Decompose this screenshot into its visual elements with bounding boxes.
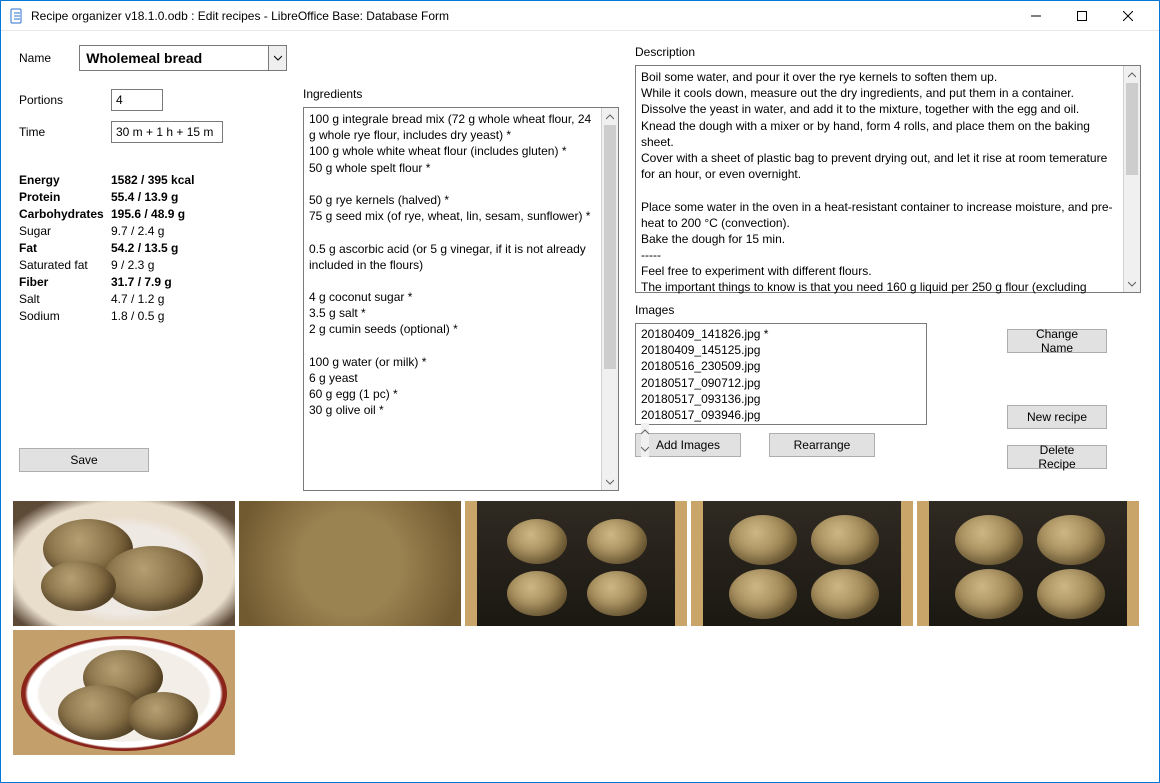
change-name-button[interactable]: Change Name <box>1007 329 1107 353</box>
nutrition-key: Carbohydrates <box>19 207 111 221</box>
nutrition-value: 9.7 / 2.4 g <box>111 224 164 238</box>
nutrition-row: Fiber31.7 / 7.9 g <box>19 275 287 289</box>
chevron-down-icon <box>268 46 286 70</box>
description-line: Place some water in the oven in a heat-r… <box>641 199 1118 231</box>
image-thumbnail[interactable] <box>239 501 461 626</box>
nutrition-value: 4.7 / 1.2 g <box>111 292 164 306</box>
scroll-up-icon[interactable] <box>602 108 618 125</box>
description-textarea[interactable]: Boil some water, and pour it over the ry… <box>635 65 1141 293</box>
recipe-name-dropdown[interactable]: Wholemeal bread <box>79 45 287 71</box>
nutrition-value: 31.7 / 7.9 g <box>111 275 172 289</box>
time-label: Time <box>19 125 111 139</box>
nutrition-value: 55.4 / 13.9 g <box>111 190 178 204</box>
nutrition-row: Salt4.7 / 1.2 g <box>19 292 287 306</box>
scrollbar[interactable] <box>1123 66 1140 292</box>
recipe-name-value: Wholemeal bread <box>86 50 202 66</box>
nutrition-key: Saturated fat <box>19 258 111 272</box>
nutrition-key: Energy <box>19 173 111 187</box>
nutrition-value: 9 / 2.3 g <box>111 258 154 272</box>
name-label: Name <box>19 51 79 65</box>
nutrition-value: 195.6 / 48.9 g <box>111 207 185 221</box>
titlebar: Recipe organizer v18.1.0.odb : Edit reci… <box>1 1 1159 31</box>
nutrition-value: 54.2 / 13.5 g <box>111 241 178 255</box>
nutrition-row: Protein55.4 / 13.9 g <box>19 190 287 204</box>
save-button[interactable]: Save <box>19 448 149 472</box>
nutrition-row: Saturated fat9 / 2.3 g <box>19 258 287 272</box>
new-recipe-button[interactable]: New recipe <box>1007 405 1107 429</box>
ingredients-label: Ingredients <box>303 87 619 101</box>
image-thumbnail[interactable] <box>465 501 687 626</box>
description-line: ----- <box>641 247 1118 263</box>
portions-input[interactable] <box>111 89 163 111</box>
nutrition-key: Sodium <box>19 309 111 323</box>
image-list-item[interactable]: 20180517_093946.jpg <box>641 407 926 423</box>
scrollbar[interactable] <box>641 423 649 457</box>
scrollbar[interactable] <box>601 108 618 490</box>
nutrition-value: 1.8 / 0.5 g <box>111 309 164 323</box>
nutrition-key: Fat <box>19 241 111 255</box>
image-thumbnail[interactable] <box>13 501 235 626</box>
nutrition-key: Sugar <box>19 224 111 238</box>
image-thumbnail[interactable] <box>691 501 913 626</box>
nutrition-row: Sodium1.8 / 0.5 g <box>19 309 287 323</box>
scroll-down-icon[interactable] <box>602 473 618 490</box>
image-list-item[interactable]: 20180409_145125.jpg <box>641 342 926 358</box>
description-line: Boil some water, and pour it over the ry… <box>641 69 1118 85</box>
app-icon <box>9 8 25 24</box>
description-line: Bake the dough for 15 min. <box>641 231 1118 247</box>
delete-recipe-button[interactable]: Delete Recipe <box>1007 445 1107 469</box>
image-list-item[interactable]: 20180517_090712.jpg <box>641 375 926 391</box>
portions-label: Portions <box>19 93 111 107</box>
image-list-item[interactable]: 20180409_141826.jpg * <box>641 326 926 342</box>
nutrition-key: Salt <box>19 292 111 306</box>
description-line: The important things to know is that you… <box>641 279 1118 295</box>
rearrange-button[interactable]: Rearrange <box>769 433 875 457</box>
description-line: Cover with a sheet of plastic bag to pre… <box>641 150 1118 182</box>
scroll-down-icon[interactable] <box>1124 275 1140 292</box>
image-thumbnail[interactable] <box>13 630 235 755</box>
window-title: Recipe organizer v18.1.0.odb : Edit reci… <box>31 9 1013 23</box>
description-line <box>641 182 1118 198</box>
nutrition-table: Energy1582 / 395 kcalProtein55.4 / 13.9 … <box>19 173 287 323</box>
nutrition-row: Carbohydrates195.6 / 48.9 g <box>19 207 287 221</box>
time-input[interactable] <box>111 121 223 143</box>
maximize-button[interactable] <box>1059 1 1105 31</box>
images-label: Images <box>635 303 1141 317</box>
scroll-down-icon[interactable] <box>641 440 649 457</box>
nutrition-value: 1582 / 395 kcal <box>111 173 194 187</box>
nutrition-row: Fat54.2 / 13.5 g <box>19 241 287 255</box>
image-list-item[interactable]: 20180516_230509.jpg <box>641 358 926 374</box>
description-line: Feel free to experiment with different f… <box>641 263 1118 279</box>
nutrition-row: Energy1582 / 395 kcal <box>19 173 287 187</box>
image-thumbnail[interactable] <box>917 501 1139 626</box>
description-label: Description <box>635 45 1141 59</box>
nutrition-key: Protein <box>19 190 111 204</box>
scroll-up-icon[interactable] <box>641 423 649 440</box>
description-line: Knead the dough with a mixer or by hand,… <box>641 118 1118 150</box>
description-line: While it cools down, measure out the dry… <box>641 85 1118 101</box>
add-images-button[interactable]: Add Images <box>635 433 741 457</box>
scroll-up-icon[interactable] <box>1124 66 1140 83</box>
minimize-button[interactable] <box>1013 1 1059 31</box>
description-line: Dissolve the yeast in water, and add it … <box>641 101 1118 117</box>
ingredients-textarea[interactable]: 100 g integrale bread mix (72 g whole wh… <box>303 107 619 491</box>
nutrition-key: Fiber <box>19 275 111 289</box>
nutrition-row: Sugar9.7 / 2.4 g <box>19 224 287 238</box>
close-button[interactable] <box>1105 1 1151 31</box>
images-listbox[interactable]: 20180409_141826.jpg *20180409_145125.jpg… <box>635 323 927 425</box>
image-list-item[interactable]: 20180517_093136.jpg <box>641 391 926 407</box>
image-thumbnails <box>1 491 1159 755</box>
